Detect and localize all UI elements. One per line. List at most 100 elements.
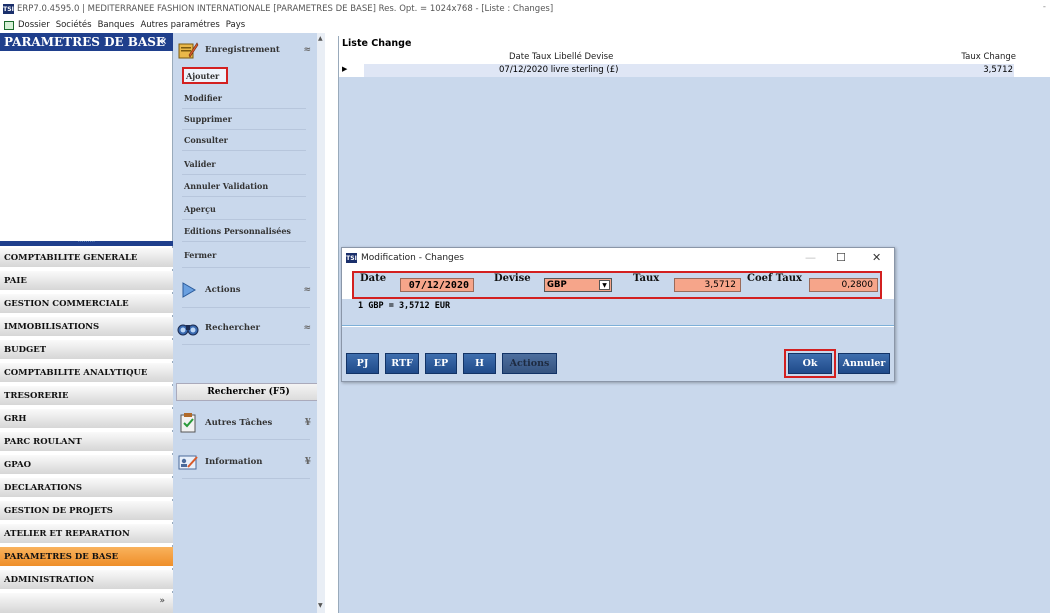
date-field[interactable]: 07/12/2020 — [400, 278, 474, 292]
column-header-taux-change[interactable]: Taux Change — [961, 52, 1016, 62]
module-budget[interactable]: BUDGET — [0, 340, 173, 361]
module-comptabilite-analytique[interactable]: COMPTABILITE ANALYTIQUE — [0, 363, 173, 384]
pj-button[interactable]: PJ — [346, 353, 379, 374]
module-gpao[interactable]: GPAO — [0, 455, 173, 476]
coef-taux-field[interactable]: 0,2800 — [809, 278, 878, 292]
group-information-label: Information — [205, 457, 263, 467]
menu-app-icon — [4, 20, 14, 30]
menu-autres-parametres[interactable]: Autres paramétres — [140, 20, 219, 30]
list-title: Liste Change — [339, 36, 1050, 51]
actions-button[interactable]: Actions — [502, 353, 557, 374]
separator — [182, 478, 310, 479]
menu-dossier[interactable]: Dossier — [18, 20, 50, 30]
dialog-title: Modification - Changes — [361, 253, 464, 263]
chevron-up-icon: ≈ — [303, 323, 311, 333]
module-comptabilite-generale[interactable]: COMPTABILITE GENERALE — [0, 248, 173, 269]
task-fermer[interactable]: Fermer — [182, 244, 306, 266]
task-modifier[interactable]: Modifier — [182, 87, 306, 109]
separator — [182, 439, 310, 440]
dropdown-arrow-icon[interactable]: ▼ — [599, 280, 610, 290]
module-panel: PARAMETRES DE BASE « ········· COMPTABIL… — [0, 33, 173, 613]
chevron-down-icon: ¥ — [304, 457, 311, 467]
panel-splitter[interactable]: ········· — [0, 240, 173, 246]
task-supprimer[interactable]: Supprimer — [182, 108, 306, 130]
module-immobilisations[interactable]: IMMOBILISATIONS — [0, 317, 173, 338]
play-arrow-icon — [177, 279, 199, 301]
module-panel-footer: » — [0, 593, 173, 613]
module-gestion-de-projets[interactable]: GESTION DE PROJETS — [0, 501, 173, 522]
row-indicator-icon: ▶ — [342, 65, 348, 73]
chevron-down-icon: ¥ — [304, 418, 311, 428]
task-valider[interactable]: Valider — [182, 153, 306, 175]
row-highlight — [364, 64, 1014, 77]
task-annuler-validation[interactable]: Annuler Validation — [182, 175, 306, 197]
module-declarations[interactable]: DECLARATIONS — [0, 478, 173, 499]
module-tresorerie[interactable]: TRESORERIE — [0, 386, 173, 407]
devise-select[interactable]: GBP ▼ — [544, 278, 612, 292]
coef-taux-label: Coef Taux — [747, 273, 802, 284]
menu-societes[interactable]: Sociétés — [56, 20, 92, 30]
taux-field[interactable]: 3,5712 — [674, 278, 741, 292]
scroll-up-icon[interactable]: ▲ — [318, 35, 323, 42]
group-actions-label: Actions — [205, 285, 241, 295]
task-ajouter[interactable]: Ajouter — [182, 67, 228, 84]
collapse-icon[interactable]: « — [159, 34, 167, 49]
module-panel-title: PARAMETRES DE BASE — [4, 35, 166, 49]
cell-taux-change: 3,5712 — [983, 65, 1013, 75]
window-title: ERP7.0.4595.0 | MEDITERRANEE FASHION INT… — [17, 4, 554, 14]
rechercher-f5-button[interactable]: Rechercher (F5) — [176, 383, 321, 401]
h-button[interactable]: H — [463, 353, 496, 374]
menu-pays[interactable]: Pays — [226, 20, 245, 30]
separator — [182, 307, 310, 308]
module-grh[interactable]: GRH — [0, 409, 173, 430]
menu-bar: Dossier Sociétés Banques Autres paramétr… — [0, 18, 1050, 32]
cell-date-libelle: 07/12/2020 livre sterling (£) — [499, 65, 619, 75]
menu-banques[interactable]: Banques — [98, 20, 135, 30]
ep-button[interactable]: EP — [425, 353, 457, 374]
group-autres-taches[interactable]: Autres Tâches ¥ — [177, 409, 317, 437]
module-panel-header: PARAMETRES DE BASE « — [0, 33, 173, 51]
module-gestion-commerciale[interactable]: GESTION COMMERCIALE — [0, 294, 173, 315]
dialog-title-bar: TSI Modification - Changes — ☐ ✕ — [342, 248, 894, 268]
ok-button[interactable]: Ok — [788, 353, 832, 374]
minimize-button[interactable]: ‐ — [1043, 2, 1046, 12]
module-administration[interactable]: ADMINISTRATION — [0, 570, 173, 591]
dialog-button-area: PJ RTF EP H Actions Ok Annuler — [342, 327, 894, 381]
devise-value: GBP — [547, 280, 567, 290]
module-atelier-et-reparation[interactable]: ATELIER ET REPARATION — [0, 524, 173, 545]
maximize-icon[interactable]: ☐ — [836, 251, 846, 264]
date-label: Date — [360, 273, 387, 284]
module-parc-roulant[interactable]: PARC ROULANT — [0, 432, 173, 453]
group-rechercher[interactable]: Rechercher ≈ — [177, 314, 317, 342]
group-actions[interactable]: Actions ≈ — [177, 276, 317, 304]
group-enregistrement[interactable]: Enregistrement ≈ — [177, 36, 317, 64]
app-logo-icon: TSI — [346, 253, 357, 263]
task-apercu[interactable]: Aperçu — [182, 198, 306, 220]
dialog-fields: Date 07/12/2020 Devise GBP ▼ Taux 3,5712… — [352, 271, 882, 299]
binoculars-icon — [177, 317, 199, 339]
close-icon[interactable]: ✕ — [872, 251, 881, 264]
group-information[interactable]: Information ¥ — [177, 448, 317, 476]
column-header-date-taux-libelle-devise[interactable]: Date Taux Libellé Devise — [509, 52, 613, 62]
task-pane: Enregistrement ≈ Ajouter Modifier Suppri… — [173, 33, 325, 613]
minimize-icon[interactable]: — — [805, 251, 816, 264]
annuler-button[interactable]: Annuler — [838, 353, 890, 374]
task-pane-scrollbar[interactable]: ▲ ▼ — [317, 33, 325, 613]
edit-icon — [177, 39, 199, 61]
task-editions-personnalisees[interactable]: Editions Personnalisées — [182, 220, 306, 242]
task-consulter[interactable]: Consulter — [182, 129, 306, 151]
rtf-button[interactable]: RTF — [385, 353, 419, 374]
scroll-down-icon[interactable]: ▼ — [318, 602, 323, 609]
module-parametres-de-base[interactable]: PARAMETRES DE BASE — [0, 547, 173, 568]
chevron-up-icon: ≈ — [303, 45, 311, 55]
conversion-text: 1 GBP = 3,5712 EUR — [358, 301, 451, 311]
table-row[interactable]: ▶ 07/12/2020 livre sterling (£) 3,5712 — [339, 64, 1050, 77]
expand-modules-icon[interactable]: » — [159, 596, 165, 606]
group-rechercher-label: Rechercher — [205, 323, 260, 333]
chevron-up-icon: ≈ — [303, 285, 311, 295]
conversion-info: 1 GBP = 3,5712 EUR — [342, 299, 894, 326]
taux-label: Taux — [633, 273, 660, 284]
module-paie[interactable]: PAIE — [0, 271, 173, 292]
group-enregistrement-label: Enregistrement — [205, 45, 280, 55]
checklist-icon — [177, 412, 199, 434]
